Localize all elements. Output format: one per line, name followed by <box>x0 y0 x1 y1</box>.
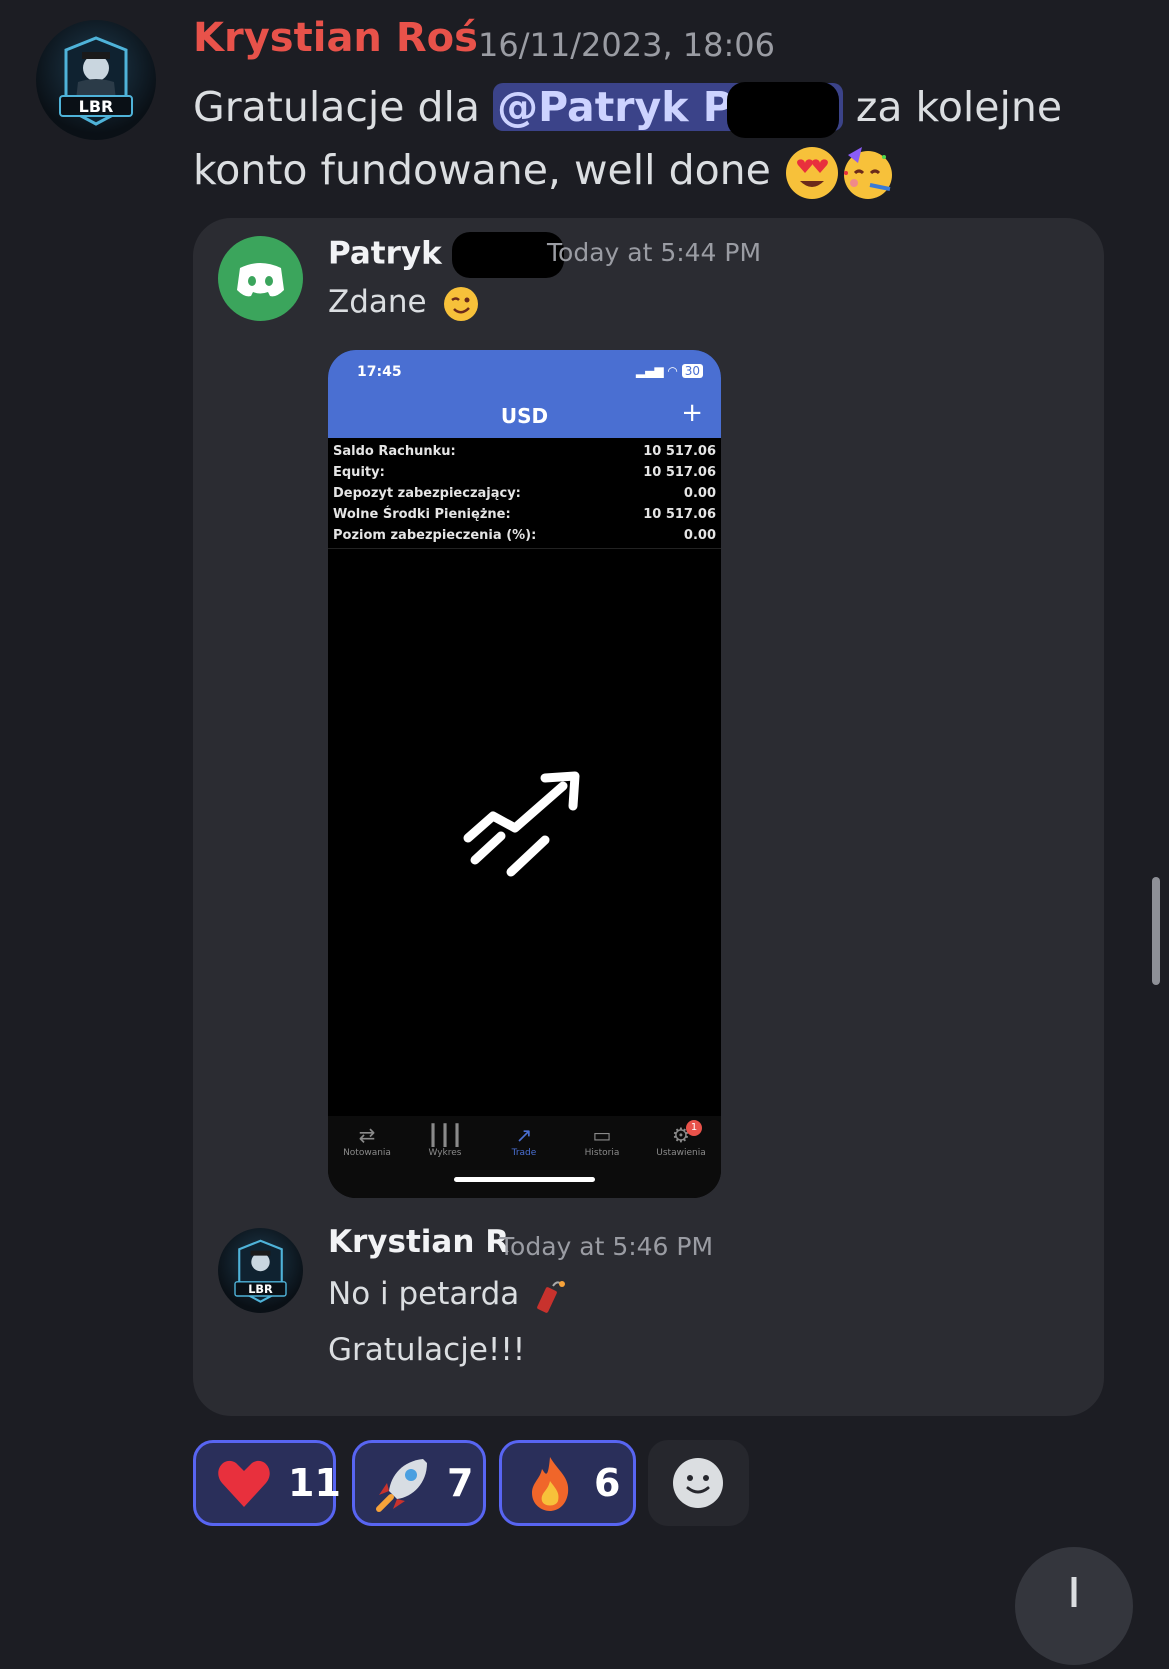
embedded-image[interactable]: Patryk Today at 5:44 PM Zdane 17:45 ▂▄▆ … <box>193 218 1104 1416</box>
signal-icon: ▂▄▆ <box>635 364 664 378</box>
account-row: Saldo Rachunku: 10 517.06 <box>333 444 716 459</box>
quotes-icon: ⇄ <box>358 1123 376 1147</box>
rocket-icon <box>373 1453 433 1513</box>
phone-header: 17:45 ▂▄▆ ◠ 30 USD + <box>328 350 721 438</box>
reply-timestamp: Today at 5:46 PM <box>499 1232 714 1261</box>
tab-ustawienia: ⚙ Ustawienia 1 <box>642 1120 720 1158</box>
embed-timestamp: Today at 5:44 PM <box>547 238 762 267</box>
reaction-fire[interactable]: 6 <box>499 1440 636 1526</box>
heart-eyes-emoji-icon <box>784 145 840 201</box>
candlestick-icon: ┃┃┃ <box>426 1123 464 1147</box>
phone-tab-bar: ⇄ Notowania ┃┃┃ Wykres ↗ Trade ▭ Historia ⚙ U… <box>328 1116 721 1198</box>
add-icon: + <box>681 398 703 428</box>
account-row: Poziom zabezpieczenia (%): 0.00 <box>333 528 716 543</box>
reply-line-1: No i petarda <box>328 1276 569 1314</box>
tab-historia: ▭ Historia <box>563 1122 641 1158</box>
lbr-logo-icon: LBR <box>234 1239 287 1303</box>
fire-icon <box>520 1453 580 1513</box>
scrollbar-thumb[interactable] <box>1152 877 1160 985</box>
lbr-logo-icon: LBR <box>59 36 133 126</box>
reply-avatar: LBR <box>218 1228 303 1313</box>
reply-author: Krystian R <box>328 1224 510 1260</box>
phone-screenshot: 17:45 ▂▄▆ ◠ 30 USD + Saldo Rachunku: 10 5… <box>328 350 721 1198</box>
user-mention[interactable]: @Patryk P <box>493 82 843 138</box>
firecracker-emoji-icon <box>537 1280 566 1313</box>
message-text-start: Gratulacje dla <box>193 83 494 131</box>
home-indicator <box>454 1177 595 1182</box>
account-row: Depozyt zabezpieczający: 0.00 <box>333 486 716 501</box>
reaction-count: 7 <box>447 1461 474 1505</box>
battery-icon: 30 <box>681 364 703 378</box>
account-row: Wolne Środki Pieniężne: 10 517.06 <box>333 507 716 522</box>
divider <box>328 548 721 549</box>
account-row: Equity: 10 517.06 <box>333 465 716 480</box>
message-timestamp: 16/11/2023, 18:06 <box>478 26 775 64</box>
author-avatar[interactable]: LBR <box>36 20 156 140</box>
party-face-emoji-icon <box>840 145 896 201</box>
notification-badge: 1 <box>686 1120 702 1136</box>
wink-emoji-icon <box>443 286 478 321</box>
tab-trade: ↗ Trade <box>485 1122 563 1158</box>
reaction-count: 6 <box>594 1461 621 1505</box>
message-author[interactable]: Krystian Roś <box>193 15 478 61</box>
inbox-icon: ▭ <box>592 1123 612 1147</box>
reaction-rocket[interactable]: 7 <box>352 1440 486 1526</box>
trade-trend-icon <box>463 771 580 877</box>
discord-logo-icon <box>237 263 284 297</box>
trade-icon: ↗ <box>515 1123 533 1147</box>
account-summary: Saldo Rachunku: 10 517.06 Equity: 10 517.0… <box>328 444 721 549</box>
add-reaction-button[interactable] <box>648 1440 749 1526</box>
message-content: Gratulacje dla @Patryk P za kolejne kont… <box>193 76 1093 202</box>
embed-author: Patryk <box>328 232 564 278</box>
redaction-mark <box>726 82 839 138</box>
tab-wykres: ┃┃┃ Wykres <box>406 1122 484 1158</box>
tab-notowania: ⇄ Notowania <box>328 1122 406 1158</box>
smiley-icon <box>673 1458 723 1508</box>
wifi-icon: ◠ <box>667 364 678 378</box>
reply-line-2: Gratulacje!!! <box>328 1332 526 1368</box>
gear-icon: ⚙ <box>672 1123 690 1147</box>
heart-icon <box>214 1453 274 1513</box>
embed-message: Zdane <box>328 284 479 322</box>
discord-avatar <box>218 236 303 321</box>
svg-text:LBR: LBR <box>248 1282 273 1296</box>
account-currency-title: USD <box>500 404 549 428</box>
phone-clock: 17:45 <box>357 364 402 380</box>
phone-status-icons: ▂▄▆ ◠ 30 <box>636 364 703 378</box>
arrow-down-icon <box>1071 1577 1077 1607</box>
reaction-heart[interactable]: 11 <box>193 1440 341 1526</box>
scroll-to-bottom-button[interactable] <box>1015 1547 1133 1665</box>
svg-text:LBR: LBR <box>79 97 114 116</box>
reaction-count: 11 <box>288 1461 341 1505</box>
